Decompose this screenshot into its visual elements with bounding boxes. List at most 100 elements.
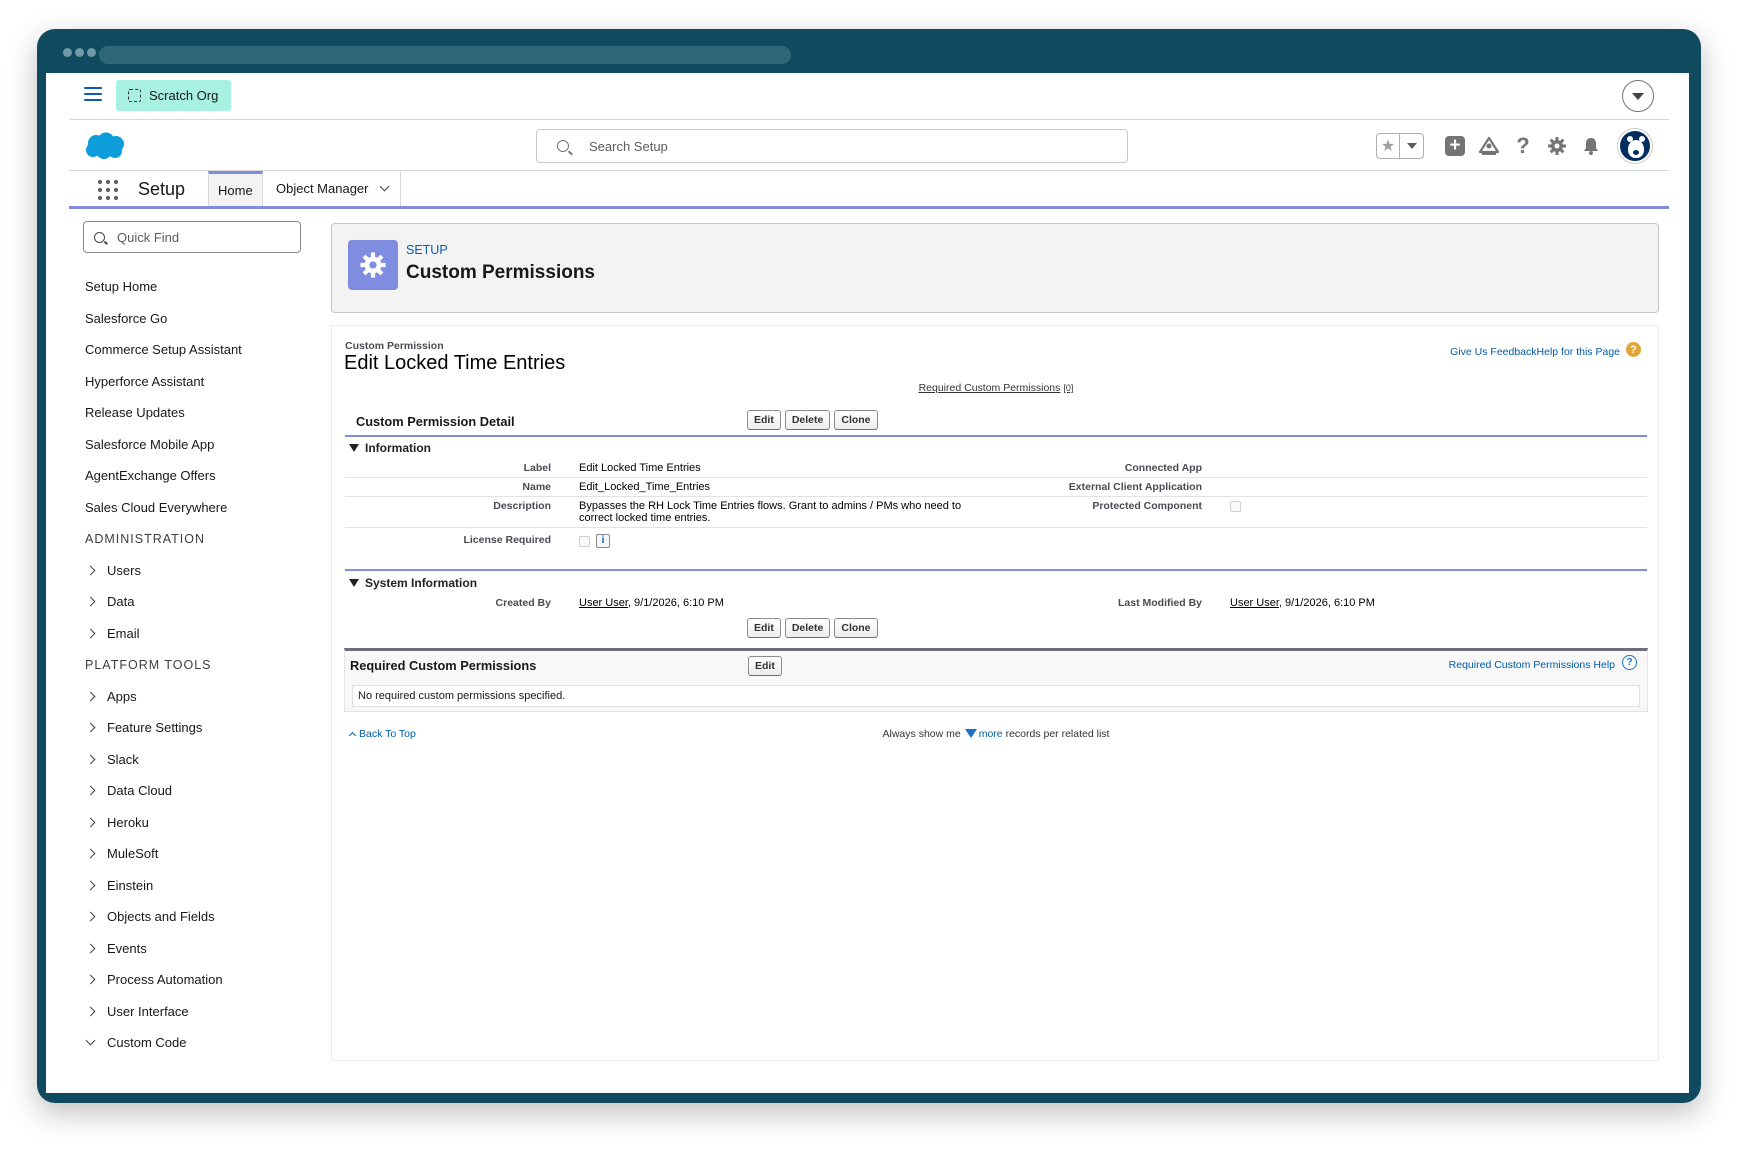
org-dropdown-button[interactable] xyxy=(1622,80,1654,112)
tab-object-manager[interactable]: Object Manager xyxy=(267,171,401,206)
sidebar-item-slack[interactable]: Slack xyxy=(85,744,305,776)
chevron-right-icon xyxy=(85,974,96,985)
triangle-down-icon[interactable] xyxy=(964,729,977,738)
setup-search-input[interactable] xyxy=(589,138,1089,154)
sidebar-item-email[interactable]: Email xyxy=(85,618,305,650)
field-label: External Client Application xyxy=(1068,481,1202,493)
sidebar-item-label: Email xyxy=(107,625,140,641)
trailhead-button[interactable] xyxy=(1472,129,1506,163)
help-icon[interactable]: ? xyxy=(1622,655,1637,670)
field-value: User User, 9/1/2026, 6:10 PM xyxy=(1220,594,1647,612)
chevron-right-icon xyxy=(85,1006,96,1017)
sidebar-item-data[interactable]: Data xyxy=(85,586,305,618)
sidebar-item-salesforce-mobile-app[interactable]: Salesforce Mobile App xyxy=(85,429,305,461)
address-bar[interactable] xyxy=(99,46,791,64)
field-label: Label xyxy=(523,462,551,474)
chevron-down-icon xyxy=(1632,92,1644,100)
field-value: Edit_Locked_Time_Entries xyxy=(579,481,711,493)
sidebar-item-events[interactable]: Events xyxy=(85,933,305,965)
edit-button[interactable]: Edit xyxy=(747,618,781,638)
window-dots xyxy=(63,48,96,57)
chevron-up-icon xyxy=(348,731,357,740)
sidebar-item-label: Slack xyxy=(107,751,139,767)
sidebar-item-agentexchange-offers[interactable]: AgentExchange Offers xyxy=(85,460,305,492)
setup-gear-button[interactable] xyxy=(1540,129,1574,163)
sidebar-item-objects-and-fields[interactable]: Objects and Fields xyxy=(85,901,305,933)
give-feedback-link[interactable]: Give Us Feedback xyxy=(1450,346,1536,358)
sidebar-item-commerce-setup-assistant[interactable]: Commerce Setup Assistant xyxy=(85,334,305,366)
hamburger-menu-icon[interactable] xyxy=(84,87,102,103)
info-icon[interactable]: i xyxy=(596,534,610,548)
tab-object-manager-label: Object Manager xyxy=(276,181,369,196)
sidebar-item-data-cloud[interactable]: Data Cloud xyxy=(85,775,305,807)
sidebar-item-users[interactable]: Users xyxy=(85,555,305,587)
star-icon[interactable]: ★ xyxy=(1377,133,1400,158)
modified-by-user-link[interactable]: User User xyxy=(1230,597,1279,609)
sidebar-item-sales-cloud-everywhere[interactable]: Sales Cloud Everywhere xyxy=(85,492,305,524)
page-header: SETUP Custom Permissions xyxy=(331,223,1659,313)
clone-button[interactable]: Clone xyxy=(834,618,878,638)
sidebar-item-hyperforce-assistant[interactable]: Hyperforce Assistant xyxy=(85,366,305,398)
record-type-label: Custom Permission xyxy=(345,340,444,352)
search-icon xyxy=(94,231,105,243)
user-avatar[interactable] xyxy=(1618,128,1652,163)
required-custom-permissions-link[interactable]: Required Custom Permissions xyxy=(919,382,1061,394)
sidebar-item-setup-home[interactable]: Setup Home xyxy=(85,271,305,303)
sidebar-item-release-updates[interactable]: Release Updates xyxy=(85,397,305,429)
favorites-control[interactable]: ★ xyxy=(1376,132,1424,159)
chevron-right-icon xyxy=(85,785,96,796)
quick-find[interactable] xyxy=(83,221,301,253)
sidebar-item-label: Data xyxy=(107,594,135,610)
delete-button[interactable]: Delete xyxy=(784,618,831,638)
field-value: User User, 9/1/2026, 6:10 PM xyxy=(569,594,996,612)
more-link[interactable]: more xyxy=(979,728,1003,740)
sidebar-item-salesforce-go[interactable]: Salesforce Go xyxy=(85,303,305,335)
favorites-dropdown[interactable] xyxy=(1400,134,1423,158)
license-required-checkbox xyxy=(579,535,590,547)
sidebar-item-custom-code[interactable]: Custom Code xyxy=(85,1027,305,1059)
chevron-right-icon xyxy=(85,722,96,733)
tab-home[interactable]: Home xyxy=(208,171,263,206)
breadcrumb[interactable]: SETUP xyxy=(406,243,448,257)
edit-button[interactable]: Edit xyxy=(747,410,781,430)
sidebar-item-label: Users xyxy=(107,562,141,578)
clone-button[interactable]: Clone xyxy=(834,410,878,430)
global-actions-button[interactable]: + xyxy=(1438,129,1472,163)
scratch-org-badge[interactable]: Scratch Org xyxy=(116,80,231,111)
back-to-top-link[interactable]: Back To Top xyxy=(348,728,416,740)
created-by-user-link[interactable]: User User xyxy=(579,597,628,609)
custom-permission-detail: Custom Permission Detail Edit Delete Clo… xyxy=(345,410,1647,642)
setup-search[interactable] xyxy=(536,129,1128,163)
record-title: Edit Locked Time Entries xyxy=(344,352,566,374)
help-button[interactable]: ? xyxy=(1506,129,1540,163)
help-icon[interactable]: ? xyxy=(1626,342,1641,357)
app-launcher-icon[interactable] xyxy=(98,180,118,200)
help-page-link[interactable]: Help for this Page xyxy=(1537,346,1620,358)
header-tools: ★ + ? xyxy=(1376,120,1669,171)
information-section-toggle[interactable]: Information xyxy=(345,437,1647,459)
delete-button[interactable]: Delete xyxy=(784,410,831,430)
sidebar-item-apps[interactable]: Apps xyxy=(85,681,305,713)
sidebar-item-user-interface[interactable]: User Interface xyxy=(85,996,305,1028)
chevron-right-icon xyxy=(85,691,96,702)
field-value xyxy=(1220,497,1647,527)
chevron-down-icon[interactable] xyxy=(379,181,389,192)
records-per-list-control: Always show me more records per related l… xyxy=(332,728,1660,740)
salesforce-logo[interactable] xyxy=(84,132,126,163)
chevron-right-icon xyxy=(85,848,96,859)
screen: Scratch Org Search Setup ★ + ? Setup Hom… xyxy=(46,73,1689,1093)
system-information-section-toggle[interactable]: System Information xyxy=(345,572,1647,594)
sidebar-item-einstein[interactable]: Einstein xyxy=(85,870,305,902)
always-show-label: Always show me xyxy=(882,728,961,740)
sidebar-item-mulesoft[interactable]: MuleSoft xyxy=(85,838,305,870)
sidebar-item-heroku[interactable]: Heroku xyxy=(85,807,305,839)
field-value xyxy=(1220,459,1647,477)
quick-find-input[interactable] xyxy=(117,229,287,245)
related-help-link[interactable]: Required Custom Permissions Help xyxy=(1449,659,1615,671)
notifications-button[interactable] xyxy=(1574,129,1608,163)
sidebar-item-feature-settings[interactable]: Feature Settings xyxy=(85,712,305,744)
record-body: Custom Permission Edit Locked Time Entri… xyxy=(331,325,1659,1061)
edit-button[interactable]: Edit xyxy=(748,656,782,676)
detail-header: Custom Permission Detail Edit Delete Clo… xyxy=(345,410,1647,437)
sidebar-item-process-automation[interactable]: Process Automation xyxy=(85,964,305,996)
